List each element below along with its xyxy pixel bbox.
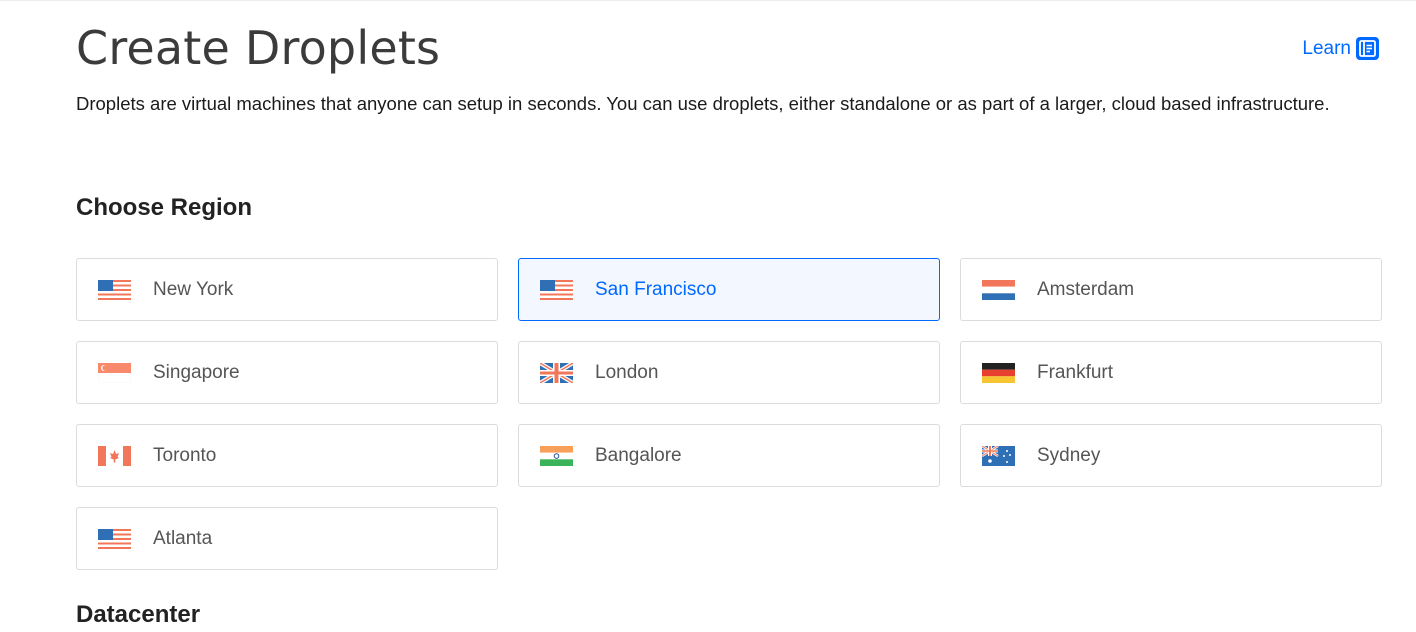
doc-icon — [1356, 37, 1379, 60]
region-london[interactable]: London — [518, 341, 940, 404]
region-label: London — [595, 361, 659, 383]
region-frankfurt[interactable]: Frankfurt — [960, 341, 1382, 404]
region-label: Amsterdam — [1037, 278, 1135, 300]
australia-flag-icon — [982, 445, 1015, 466]
netherlands-flag-icon — [982, 279, 1015, 300]
us-flag-icon — [540, 279, 573, 300]
region-label: Singapore — [153, 361, 240, 383]
singapore-flag-icon — [98, 362, 131, 383]
region-label: San Francisco — [595, 278, 717, 300]
us-flag-icon — [98, 528, 131, 549]
region-amsterdam[interactable]: Amsterdam — [960, 258, 1382, 321]
region-new-york[interactable]: New York — [76, 258, 498, 321]
region-atlanta[interactable]: Atlanta — [76, 507, 498, 570]
top-divider — [0, 0, 1416, 1]
choose-region-heading: Choose Region — [76, 194, 253, 221]
learn-link[interactable]: Learn — [1302, 37, 1379, 60]
region-label: Frankfurt — [1037, 361, 1114, 383]
page-title: Create Droplets — [76, 21, 441, 75]
region-label: New York — [153, 278, 234, 300]
us-flag-icon — [98, 279, 131, 300]
learn-label: Learn — [1302, 37, 1351, 59]
intro-text: Droplets are virtual machines that anyon… — [76, 93, 1330, 114]
canada-flag-icon — [98, 445, 131, 466]
datacenter-heading: Datacenter — [76, 601, 201, 628]
region-label: Atlanta — [153, 527, 213, 549]
uk-flag-icon — [540, 362, 573, 383]
india-flag-icon — [540, 445, 573, 466]
region-sydney[interactable]: Sydney — [960, 424, 1382, 487]
region-san-francisco[interactable]: San Francisco — [518, 258, 940, 321]
region-label: Toronto — [153, 444, 217, 466]
region-grid: New York San Francisco Amsterdam Singapo… — [76, 258, 1382, 570]
germany-flag-icon — [982, 362, 1015, 383]
region-label: Sydney — [1037, 444, 1101, 466]
region-singapore[interactable]: Singapore — [76, 341, 498, 404]
region-label: Bangalore — [595, 444, 682, 466]
region-toronto[interactable]: Toronto — [76, 424, 498, 487]
region-bangalore[interactable]: Bangalore — [518, 424, 940, 487]
